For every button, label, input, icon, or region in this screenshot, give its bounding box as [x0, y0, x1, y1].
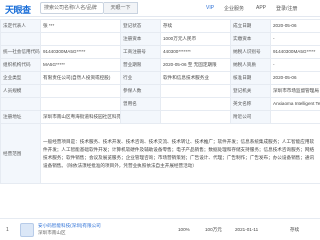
- info-label: 附近公司: [230, 110, 271, 124]
- login-link[interactable]: 登录/注册: [276, 5, 297, 12]
- info-row-scope: 经营范围 一般经营项目是：技术服务、技术开发、技术咨询、技术交流、技术转让、技术推…: [0, 123, 320, 184]
- info-value: 2020-05-06 至 无固定期限: [160, 58, 231, 72]
- investment-row[interactable]: 1 安小码智能科技(深圳)有限公司 深圳市南山区 100% 100万元 2021…: [0, 218, 320, 240]
- info-label: 经营范围: [0, 123, 41, 184]
- invest-status: 存续: [290, 227, 300, 232]
- info-label: 注册地址: [0, 110, 41, 124]
- info-value[interactable]: [40, 97, 121, 111]
- share-ratio: 100%: [178, 227, 190, 232]
- info-label: 企业类型: [0, 71, 41, 85]
- info-label: 登记机关: [230, 84, 271, 98]
- info-label: 成立日期: [230, 19, 271, 33]
- info-value[interactable]: 深圳市南山区粤海街道科技园社区科苑路15号科兴科学园: [40, 110, 121, 124]
- info-label: 统一社会信用代码: [0, 45, 41, 59]
- info-value: -: [270, 32, 320, 46]
- info-value[interactable]: 张 ***: [40, 19, 121, 33]
- company-profile-page: 天眼查 搜索公司名称/人名/品牌 天眼一下 VIP 企业服务 APP 登录/注册…: [0, 0, 320, 240]
- info-row: 统一社会信用代码 91440300MA5G***** 工商注册号 440300****…: [0, 45, 320, 59]
- top-bar: 天眼查 搜索公司名称/人名/品牌 天眼一下 VIP 企业服务 APP 登录/注册: [0, 0, 320, 17]
- info-label: 营业期限: [120, 58, 161, 72]
- invest-amount: 100万元: [205, 227, 222, 232]
- info-row: 组织机构代码 MA5G***** 营业期限 2020-05-06 至 无固定期限 纳税人…: [0, 58, 320, 72]
- info-label: 人员规模: [0, 84, 41, 98]
- info-value[interactable]: [40, 32, 121, 46]
- enterprise-service-link[interactable]: 企业服务: [224, 5, 244, 12]
- info-value: [160, 110, 231, 124]
- row-index: 1: [6, 227, 9, 233]
- site-logo[interactable]: 天眼查: [5, 3, 31, 16]
- info-label: 组织机构代码: [0, 58, 41, 72]
- info-label: [120, 110, 161, 124]
- info-row: 法定代表人张 *** 登记状态 存续 成立日期 2020-05-06: [0, 19, 320, 33]
- info-value: 440300*******: [160, 45, 231, 59]
- info-value: 2020-05-06: [270, 71, 320, 85]
- info-label: 实缴资本: [230, 32, 271, 46]
- info-value: 存续: [160, 19, 231, 33]
- info-label: 法定代表人: [0, 19, 41, 33]
- invested-company-name[interactable]: 安小码智能科技(深圳)有限公司: [38, 223, 101, 229]
- info-value: [270, 110, 320, 124]
- info-label: 注册资本: [120, 32, 161, 46]
- info-row: 注册地址深圳市南山区粤海街道科技园社区科苑路15号科兴科学园 附近公司: [0, 110, 320, 124]
- app-link[interactable]: APP: [256, 5, 266, 11]
- info-value: 1000万元人民币: [160, 32, 231, 46]
- info-value[interactable]: MA5G*****: [40, 58, 121, 72]
- info-value: [160, 84, 231, 98]
- search-input[interactable]: 搜索公司名称/人名/品牌: [40, 2, 104, 14]
- info-value: 深圳市市场监督管理局: [270, 84, 320, 98]
- info-label: 纳税人识别号: [230, 45, 271, 59]
- info-label: 英文名称: [230, 97, 271, 111]
- info-value: -: [270, 58, 320, 72]
- info-value: 软件和信息技术服务业: [160, 71, 231, 85]
- company-info-table: 法定代表人张 *** 登记状态 存续 成立日期 2020-05-06 注册资本 1000万元…: [0, 19, 320, 184]
- search-placeholder: 搜索公司名称/人名/品牌: [44, 5, 97, 11]
- info-label: 行业: [120, 71, 161, 85]
- vip-link[interactable]: VIP: [206, 5, 214, 11]
- info-label: 登记状态: [120, 19, 161, 33]
- info-value[interactable]: 91440300MA5G*****: [40, 45, 121, 59]
- business-scope-text: 一般经营项目是：技术服务、技术开发、技术咨询、技术交流、技术转让、技术推广；软件…: [40, 123, 320, 184]
- invest-date: 2021-01-11: [235, 227, 259, 232]
- info-value: 2020-05-06: [270, 19, 320, 33]
- info-value: 91440300MA5G*****: [270, 45, 320, 59]
- info-label: 核准日期: [230, 71, 271, 85]
- info-label: 纳税人资质: [230, 58, 271, 72]
- info-label: 曾用名: [120, 97, 161, 111]
- info-label: [0, 32, 41, 46]
- info-row: 注册资本 1000万元人民币 实缴资本 -: [0, 32, 320, 46]
- invested-company-region: 深圳市南山区: [38, 230, 66, 235]
- search-button[interactable]: 天眼一下: [104, 2, 138, 14]
- info-row: 曾用名 英文名称Anxiaoma Intelligent Technology (…: [0, 97, 320, 111]
- info-value: Anxiaoma Intelligent Technology (Shenzhe…: [270, 97, 320, 111]
- info-label: 参保人数: [120, 84, 161, 98]
- info-row: 人员规模 参保人数 登记机关 深圳市市场监督管理局: [0, 84, 320, 98]
- company-avatar: [20, 223, 34, 237]
- info-row: 企业类型 有限责任公司(自然人投资或控股) 行业 软件和信息技术服务业 核准日期 2020…: [0, 71, 320, 85]
- info-value[interactable]: [40, 84, 121, 98]
- info-value[interactable]: 有限责任公司(自然人投资或控股): [40, 71, 121, 85]
- info-label: 工商注册号: [120, 45, 161, 59]
- info-value: [160, 97, 231, 111]
- info-label: [0, 97, 41, 111]
